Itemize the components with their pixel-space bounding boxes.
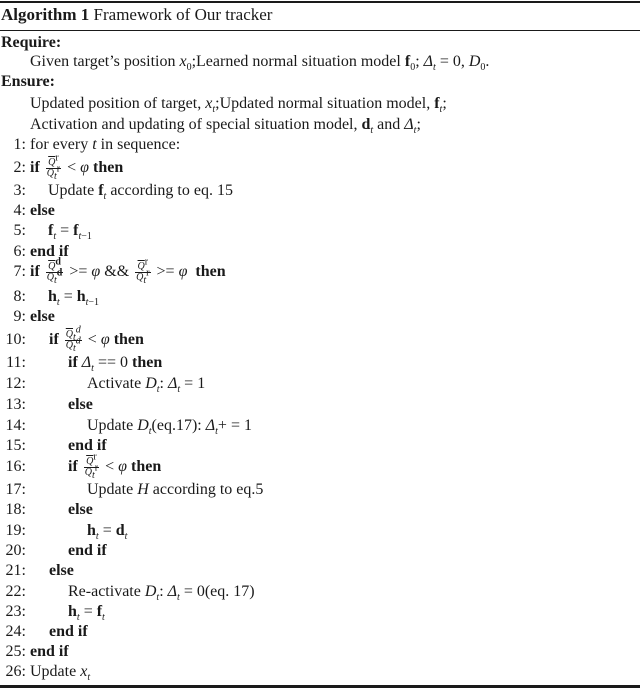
- line-number: 1:: [13, 136, 26, 153]
- step-text: end if: [30, 643, 69, 660]
- step-text: Re-activate Dt: Δt = 0(eq. 17): [68, 583, 255, 604]
- step-text: if Δt == 0 then: [68, 354, 163, 375]
- require-heading: Require:: [1, 34, 62, 51]
- step-text: Update H according to eq.5: [87, 481, 264, 498]
- line-number: 19:: [5, 522, 26, 539]
- algorithm-caption: Algorithm 1 Framework of Our tracker: [1, 5, 272, 25]
- fraction-qd: Qd Qtd: [45, 256, 64, 286]
- bottom-rule: [0, 685, 640, 688]
- step-text: ft = ft−1: [48, 222, 92, 243]
- step-text: ht = ft: [68, 603, 105, 624]
- step-text: ht = ht−1: [48, 288, 100, 309]
- algorithm-title: Framework of Our tracker: [93, 5, 273, 24]
- fraction-qr: Qr Qtr: [45, 152, 62, 182]
- step-text: Update xt: [30, 663, 91, 684]
- ensure-text-1: Updated position of target, xt;Updated n…: [30, 95, 447, 116]
- step-text: if Qr Qtr < φ then: [30, 152, 124, 182]
- step-text: end if: [68, 437, 107, 454]
- step-text: end if: [68, 542, 107, 559]
- step-text: Activate Dt: Δt = 1: [87, 375, 206, 396]
- step-text: if Qtd Qtd < φ then: [49, 324, 144, 354]
- algorithm-label: Algorithm 1: [1, 5, 90, 24]
- line-number: 14:: [5, 417, 26, 434]
- line-number: 4:: [13, 202, 26, 219]
- step-text: else: [68, 501, 93, 518]
- fraction-qr: Qr Qtr: [83, 451, 100, 481]
- line-number: 24:: [5, 623, 26, 640]
- line-number: 2:: [13, 159, 26, 176]
- require-text: Given target’s position x0;Learned norma…: [30, 53, 490, 74]
- line-number: 3:: [13, 182, 26, 199]
- line-number: 9:: [13, 308, 26, 325]
- step-text: Update ft according to eq. 15: [48, 182, 233, 203]
- line-number: 11:: [6, 354, 26, 371]
- line-number: 13:: [5, 396, 26, 413]
- line-number: 26:: [5, 663, 26, 680]
- step-text: Update Dt(eq.17): Δt+ = 1: [87, 417, 252, 438]
- line-number: 16:: [5, 458, 26, 475]
- step-text: end if: [49, 623, 88, 640]
- step-text: else: [68, 396, 93, 413]
- line-number: 5:: [13, 222, 26, 239]
- ensure-text-2: Activation and updating of special situa…: [30, 116, 421, 137]
- ensure-heading: Ensure:: [1, 73, 55, 90]
- line-number: 21:: [5, 562, 26, 579]
- line-number: 10:: [5, 331, 26, 348]
- step-text: else: [49, 562, 74, 579]
- line-number: 7:: [13, 263, 26, 280]
- line-number: 20:: [5, 542, 26, 559]
- top-rule: [0, 1, 640, 3]
- step-text: end if: [30, 243, 69, 260]
- caption-rule: [0, 30, 640, 31]
- fraction-qtd: Qtd Qtd: [64, 324, 82, 354]
- line-number: 12:: [5, 375, 26, 392]
- step-text: ht = dt: [87, 522, 128, 543]
- step-text: else: [30, 308, 55, 325]
- step-text: if Qd Qtd >= φ && Qr Qtr >= φ then: [30, 256, 226, 286]
- step-text: else: [30, 202, 55, 219]
- line-number: 25:: [5, 643, 26, 660]
- fraction-qr: Qr Qtr: [135, 256, 151, 286]
- line-number: 22:: [5, 583, 26, 600]
- line-number: 23:: [5, 603, 26, 620]
- line-number: 15:: [5, 437, 26, 454]
- line-number: 8:: [13, 288, 26, 305]
- line-number: 18:: [5, 501, 26, 518]
- step-text: for every t in sequence:: [30, 136, 181, 153]
- line-number: 17:: [5, 481, 26, 498]
- step-text: if Qr Qtr < φ then: [68, 451, 162, 481]
- line-number: 6:: [13, 243, 26, 260]
